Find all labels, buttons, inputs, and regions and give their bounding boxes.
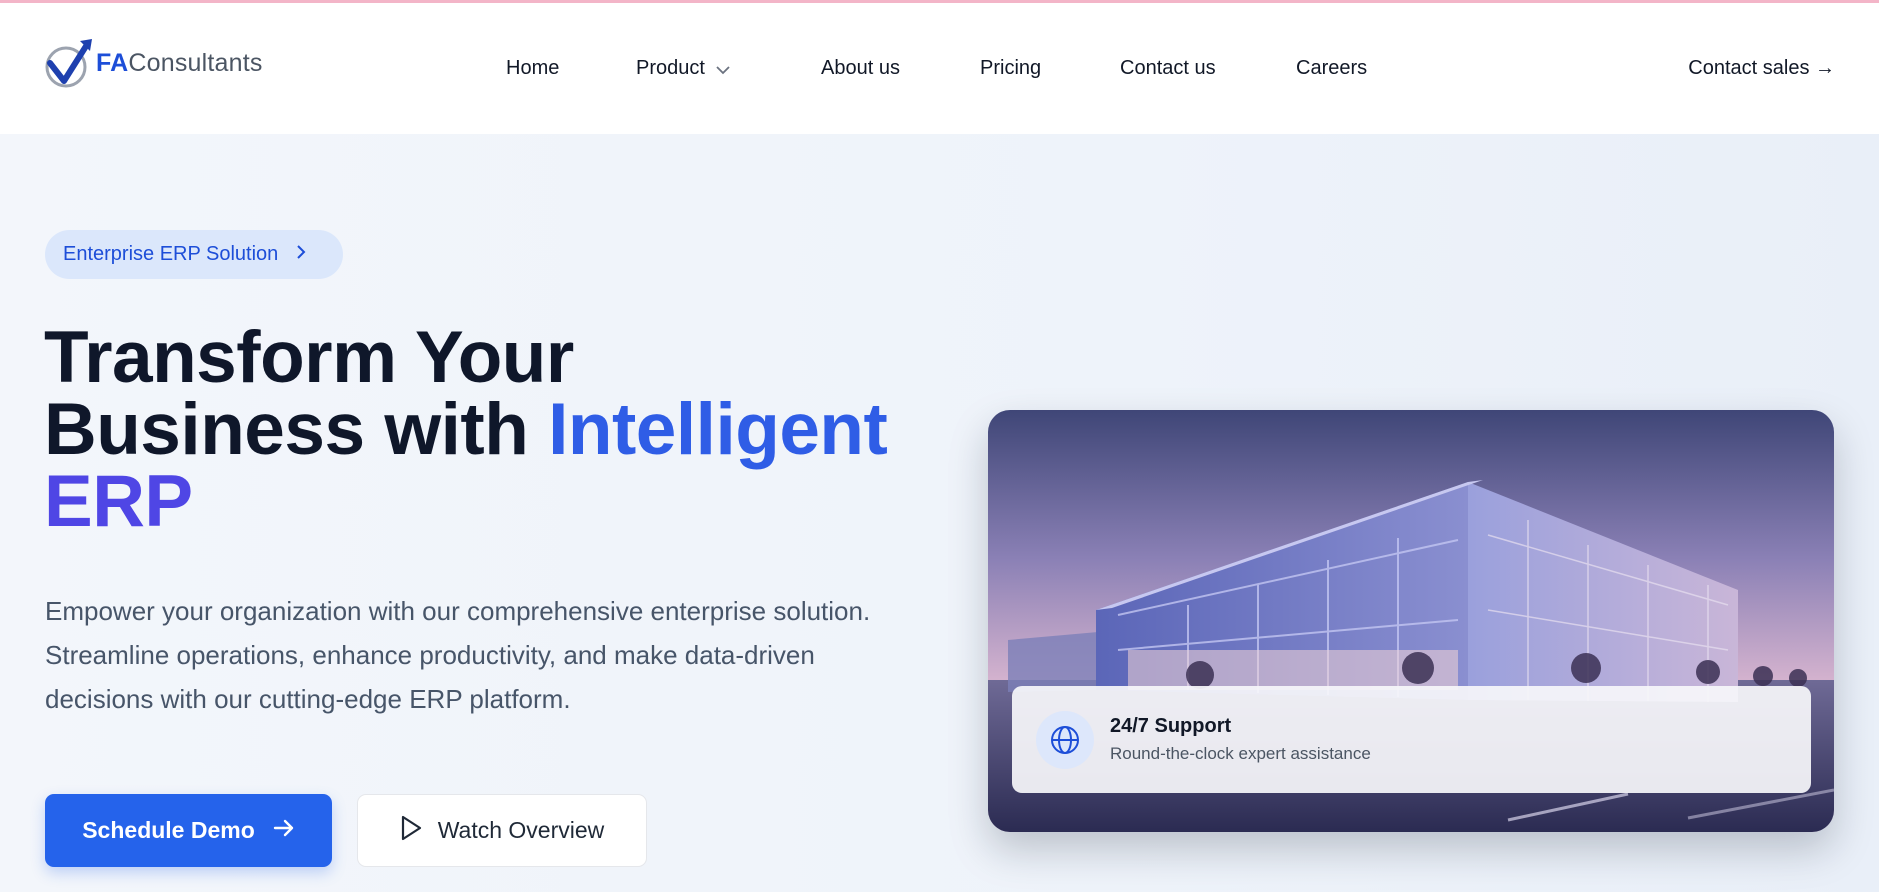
support-card: 24/7 Support Round-the-clock expert assi… <box>1012 686 1811 793</box>
globe-icon <box>1036 710 1094 769</box>
logo-text: FAConsultants <box>96 48 263 77</box>
hero-title-line1: Transform Your <box>44 317 574 398</box>
hero-title: Transform Your Business with Intelligent… <box>44 321 924 538</box>
nav-home[interactable]: Home <box>506 55 559 81</box>
hero-title-highlight2: ERP <box>44 461 193 542</box>
schedule-demo-label: Schedule Demo <box>82 817 255 843</box>
arrow-right-icon <box>273 817 295 844</box>
hero-title-highlight: Intelligent <box>548 389 888 470</box>
nav-product[interactable]: Product <box>636 55 731 82</box>
nav-about-us[interactable]: About us <box>821 55 900 81</box>
enterprise-erp-badge[interactable]: Enterprise ERP Solution <box>45 230 343 279</box>
contact-sales-link[interactable]: Contact sales → <box>1688 55 1835 81</box>
schedule-demo-button[interactable]: Schedule Demo <box>45 794 332 867</box>
logo[interactable]: FAConsultants <box>44 37 263 89</box>
watch-overview-button[interactable]: Watch Overview <box>357 794 647 867</box>
hero-title-line2: Business with <box>44 389 549 470</box>
nav-careers[interactable]: Careers <box>1296 55 1367 81</box>
badge-label: Enterprise ERP Solution <box>63 243 279 265</box>
nav-product-label: Product <box>636 57 705 79</box>
hero-subtitle: Empower your organization with our compr… <box>45 596 871 714</box>
support-text: 24/7 Support Round-the-clock expert assi… <box>1110 715 1371 764</box>
support-description: Round-the-clock expert assistance <box>1110 744 1371 763</box>
nav-contact-us[interactable]: Contact us <box>1120 55 1216 81</box>
chevron-down-icon <box>715 56 731 82</box>
chevron-right-icon <box>296 243 306 266</box>
watch-overview-label: Watch Overview <box>437 817 605 843</box>
site-header: FAConsultants Home Product About us Pric… <box>0 3 1879 134</box>
checkmark-logo-icon <box>45 39 92 88</box>
support-title: 24/7 Support <box>1110 715 1232 737</box>
play-icon <box>400 815 422 847</box>
nav-pricing[interactable]: Pricing <box>980 55 1041 81</box>
